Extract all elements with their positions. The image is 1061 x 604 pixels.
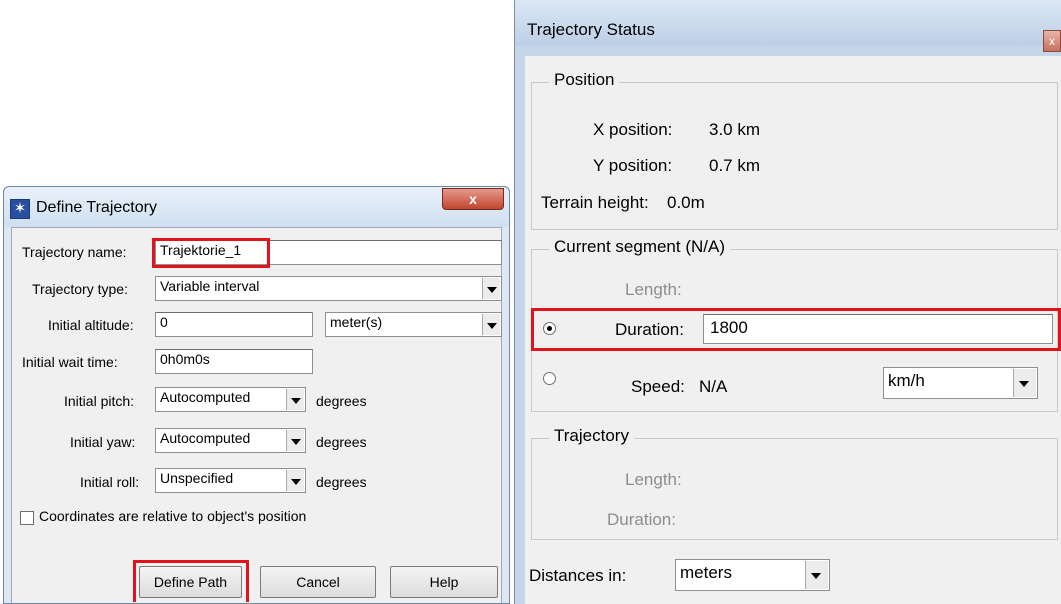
duration-label: Duration: [615,320,684,339]
initial-pitch-label: Initial pitch: [64,393,135,409]
x-position-value: 3.0 km [709,120,761,139]
chevron-down-icon[interactable] [286,470,304,491]
initial-pitch-select[interactable]: Autocomputed [155,387,306,412]
position-group-title: Position [549,70,620,90]
title-bar[interactable]: Trajectory Status x [515,0,1061,52]
trajectory-duration-label: Duration: [607,510,676,529]
initial-roll-value: Unspecified [160,470,234,486]
chevron-down-icon[interactable] [1013,369,1036,397]
speed-unit-value: km/h [888,371,925,390]
segment-group-title: Current segment (N/A) [549,237,730,257]
trajectory-type-value: Variable interval [160,278,260,294]
dialog-title: Trajectory Status [527,20,655,39]
distances-unit-value: meters [680,563,732,582]
pitch-unit-label: degrees [316,393,367,409]
terrain-height-label: Terrain height: [541,193,649,212]
close-icon[interactable]: x [1043,30,1061,52]
app-star-icon: ✶ [10,199,30,219]
trajectory-type-select[interactable]: Variable interval [155,276,502,301]
duration-input[interactable]: 1800 [703,314,1053,344]
altitude-unit-value: meter(s) [330,314,383,330]
trajectory-group-title: Trajectory [549,426,634,446]
yaw-unit-label: degrees [316,434,367,450]
trajectory-type-label: Trajectory type: [32,281,128,297]
chevron-down-icon[interactable] [482,314,500,335]
relative-coordinates-checkbox[interactable] [20,511,34,525]
initial-wait-input[interactable]: 0h0m0s [155,349,313,374]
trajectory-status-dialog: Trajectory Status x Position X position:… [514,0,1061,604]
trajectory-name-label: Trajectory name: [22,244,127,260]
initial-roll-select[interactable]: Unspecified [155,468,306,493]
speed-unit-select[interactable]: km/h [883,367,1038,399]
dialog-body: Position X position: 3.0 km Y position: … [525,56,1061,604]
initial-altitude-label: Initial altitude: [48,317,134,333]
initial-yaw-label: Initial yaw: [70,434,136,450]
y-position-value: 0.7 km [709,156,761,175]
chevron-down-icon[interactable] [482,278,500,299]
distances-in-label: Distances in: [529,566,627,585]
roll-unit-label: degrees [316,474,367,490]
distances-unit-select[interactable]: meters [675,559,830,591]
chevron-down-icon[interactable] [286,430,304,451]
terrain-height-value: 0.0m [667,193,705,212]
initial-yaw-value: Autocomputed [160,430,251,446]
initial-wait-label: Initial wait time: [22,354,118,370]
initial-roll-label: Initial roll: [80,474,140,490]
define-path-button[interactable]: Define Path [139,566,242,598]
chevron-down-icon[interactable] [286,389,304,410]
chevron-down-icon[interactable] [805,561,828,589]
speed-value: N/A [699,377,728,396]
speed-label: Speed: [631,377,685,396]
y-position-label: Y position: [593,156,673,175]
initial-yaw-select[interactable]: Autocomputed [155,428,306,453]
relative-coordinates-label: Coordinates are relative to object's pos… [39,508,307,524]
define-trajectory-dialog: ✶ Define Trajectory x Trajectory name: T… [3,186,510,604]
dialog-body: Trajectory name: Trajektorie_1 Trajector… [11,227,502,603]
duration-radio[interactable] [543,322,556,335]
segment-length-label: Length: [625,280,682,299]
x-position-label: X position: [593,120,673,139]
trajectory-name-input[interactable]: Trajektorie_1 [155,240,502,265]
title-bar[interactable]: ✶ Define Trajectory x [4,187,509,227]
cancel-button[interactable]: Cancel [260,566,376,598]
dialog-title: Define Trajectory [36,199,157,216]
speed-radio[interactable] [543,372,556,385]
altitude-unit-select[interactable]: meter(s) [325,312,502,337]
initial-altitude-input[interactable]: 0 [155,312,313,337]
help-button[interactable]: Help [390,566,498,598]
trajectory-length-label: Length: [625,470,682,489]
initial-pitch-value: Autocomputed [160,389,251,405]
close-button[interactable]: x [442,188,504,210]
